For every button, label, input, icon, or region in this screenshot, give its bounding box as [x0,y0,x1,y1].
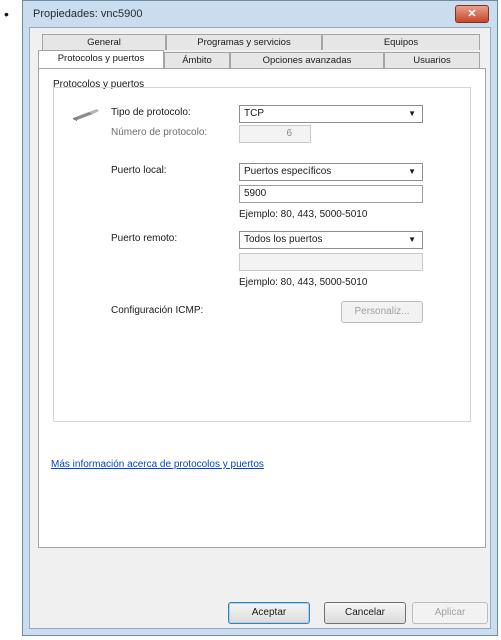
local-port-select-value: Puertos específicos [244,166,332,177]
dialog-body: General Programas y servicios Equipos Pr… [29,27,491,629]
tab-usuarios[interactable]: Usuarios [384,52,480,68]
protocol-type-select[interactable]: TCP ▼ [239,105,423,123]
remote-port-field[interactable] [239,253,423,271]
protocol-type-label: Tipo de protocolo: [111,107,191,118]
local-port-select[interactable]: Puertos específicos ▼ [239,163,423,181]
tab-panel: Protocolos y puertos Tipo de protocolo: … [38,68,486,548]
local-port-label: Puerto local: [111,165,167,176]
protocol-number-label: Número de protocolo: [111,127,208,138]
chevron-down-icon: ▼ [408,235,416,244]
properties-dialog: Propiedades: vnc5900 ✕ General Programas… [22,0,498,636]
chevron-down-icon: ▼ [408,109,416,118]
bullet: • [4,6,9,22]
cancel-button[interactable]: Cancelar [324,602,406,624]
window-title: Propiedades: vnc5900 [33,8,143,20]
tab-programas-servicios[interactable]: Programas y servicios [166,34,322,50]
tab-opciones-avanzadas[interactable]: Opciones avanzadas [230,52,384,68]
title-bar: Propiedades: vnc5900 ✕ [23,1,497,27]
ok-button[interactable]: Aceptar [228,602,310,624]
chevron-down-icon: ▼ [408,167,416,176]
close-button[interactable]: ✕ [455,5,489,23]
icmp-label: Configuración ICMP: [111,305,204,316]
tab-ambito[interactable]: Ámbito [164,52,230,68]
apply-button[interactable]: Aplicar [412,602,488,624]
network-cable-icon [73,109,99,121]
protocol-number-value: 6 [286,128,292,139]
info-link[interactable]: Más información acerca de protocolos y p… [51,459,264,470]
local-port-example: Ejemplo: 80, 443, 5000-5010 [239,209,368,220]
protocol-number-stepper[interactable]: 6 [239,125,311,143]
local-port-value: 5900 [244,188,267,199]
protocol-type-value: TCP [244,108,264,119]
tab-general[interactable]: General [42,34,166,50]
remote-port-example: Ejemplo: 80, 443, 5000-5010 [239,277,368,288]
tab-equipos[interactable]: Equipos [322,34,480,50]
remote-port-label: Puerto remoto: [111,233,178,244]
remote-port-select-value: Todos los puertos [244,234,323,245]
remote-port-select[interactable]: Todos los puertos ▼ [239,231,423,249]
local-port-field[interactable]: 5900 [239,185,423,203]
tab-protocolos-puertos[interactable]: Protocolos y puertos [38,50,164,68]
icmp-customize-button[interactable]: Personaliz... [341,301,423,323]
